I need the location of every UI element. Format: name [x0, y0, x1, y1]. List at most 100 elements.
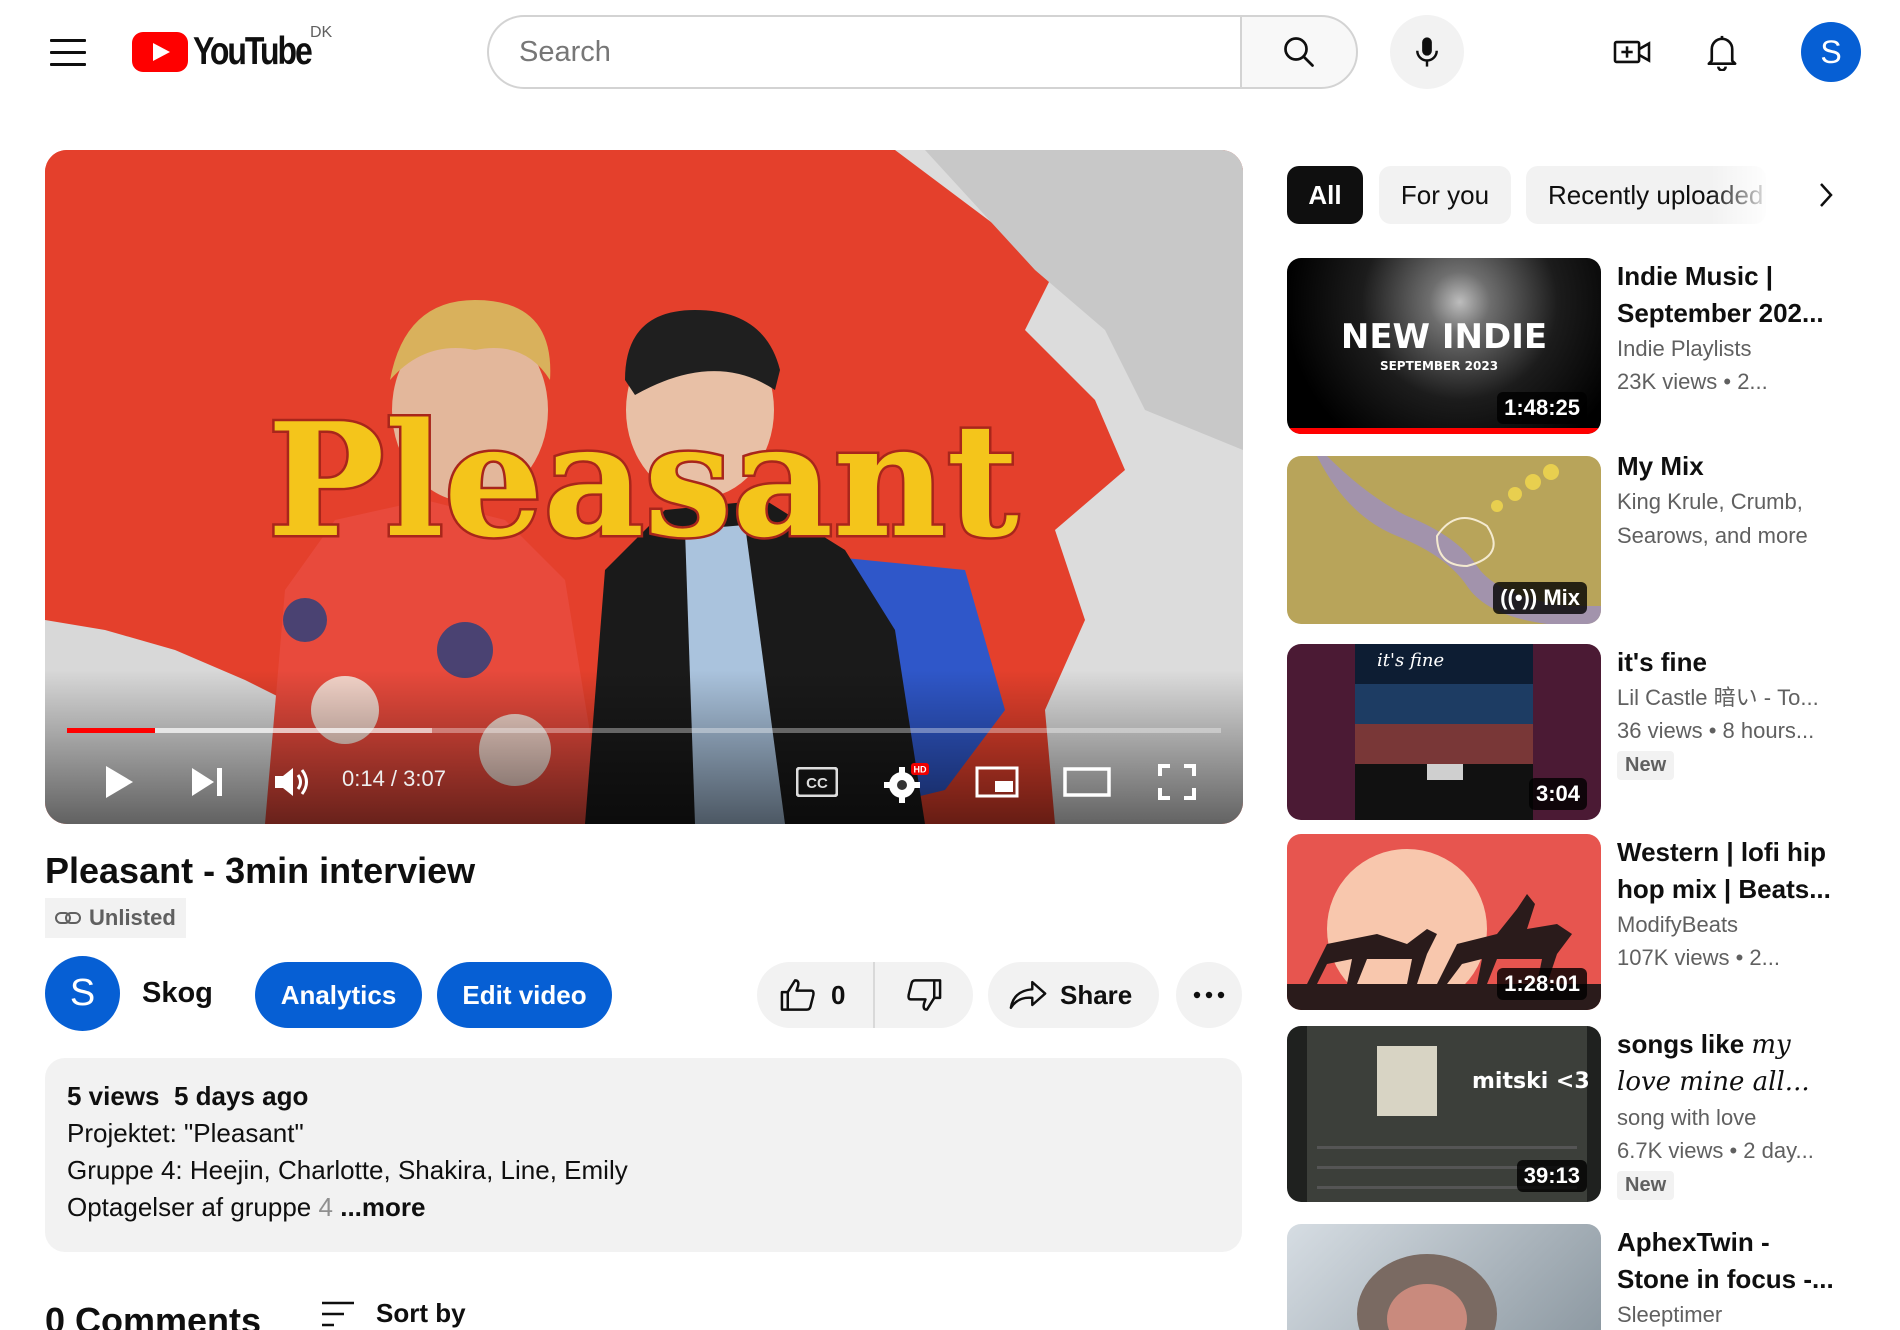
sort-label: Sort by	[376, 1298, 466, 1328]
video-duration: 39:13	[1516, 1160, 1587, 1192]
video-info: Indie Music | September 202... Indie Pla…	[1617, 258, 1867, 398]
video-thumbnail: it's fine 3:04	[1287, 644, 1601, 820]
next-button[interactable]	[175, 750, 239, 814]
recommended-video[interactable]: NEW INDIE SEPTEMBER 2023 1:48:25 Indie M…	[1287, 258, 1887, 436]
theater-mode-button[interactable]	[1055, 750, 1119, 814]
video-title-line: love mine all...	[1617, 1067, 1810, 1097]
progress-bar[interactable]	[67, 728, 1221, 733]
like-button[interactable]: 0	[757, 962, 875, 1028]
video-player[interactable]: Pleasant 0:14 / 3:07 CC HD	[45, 150, 1243, 824]
video-duration: 1:48:25	[1497, 392, 1587, 424]
video-thumbnail: mitski <3 39:13	[1287, 1026, 1601, 1202]
menu-button[interactable]	[36, 28, 100, 76]
svg-text:CC: CC	[806, 775, 828, 792]
description-text: Optagelser af gruppe	[67, 1192, 312, 1222]
fullscreen-button[interactable]	[1145, 750, 1209, 814]
country-code: DK	[310, 24, 333, 41]
notifications-button[interactable]	[1690, 20, 1754, 84]
recommended-video[interactable]: AphexTwin - Stone in focus -... Sleeptim…	[1287, 1224, 1887, 1330]
logo-text: YouTube	[193, 30, 313, 73]
hd-badge: HD	[914, 765, 927, 775]
description-meta: 5 views 5 days ago	[67, 1078, 1220, 1115]
search-button[interactable]	[1240, 15, 1358, 89]
unlisted-badge: Unlisted	[45, 898, 186, 938]
menu-icon-bar	[50, 38, 86, 42]
video-title: Pleasant - 3min interview	[45, 850, 476, 891]
video-title-line: AphexTwin -	[1617, 1227, 1770, 1257]
channel-name: Indie Playlists	[1617, 336, 1752, 361]
create-video-button[interactable]	[1600, 20, 1664, 84]
show-more-link[interactable]: ...more	[340, 1192, 425, 1222]
recommended-mix[interactable]: ((•)) Mix My Mix King Krule, Crumb, Sear…	[1287, 448, 1887, 626]
chips-next-button[interactable]	[1796, 166, 1856, 224]
video-thumbnail: NEW INDIE SEPTEMBER 2023 1:48:25	[1287, 258, 1601, 434]
video-title-line: September 202...	[1617, 298, 1824, 328]
channel-name: ModifyBeats	[1617, 912, 1739, 937]
share-icon	[1009, 980, 1047, 1010]
chip-recently-uploaded[interactable]: Recently uploaded	[1526, 166, 1766, 224]
dislike-button[interactable]	[875, 962, 973, 1028]
youtube-logo[interactable]: YouTube DK	[132, 24, 337, 80]
mix-badge: ((•)) Mix	[1493, 582, 1587, 614]
sort-comments-button[interactable]: Sort by	[320, 1298, 466, 1329]
recommended-video[interactable]: mitski <3 39:13 songs like my love mine …	[1287, 1026, 1887, 1204]
video-info: AphexTwin - Stone in focus -... Sleeptim…	[1617, 1224, 1867, 1330]
new-badge: New	[1617, 1171, 1675, 1200]
description-fade-text: 4	[318, 1192, 333, 1222]
chevron-right-icon	[1820, 183, 1833, 207]
settings-button[interactable]: HD	[875, 750, 939, 814]
search-placeholder: Search	[519, 35, 611, 68]
channel-name[interactable]: Skog	[142, 977, 213, 1010]
video-frame: Pleasant	[45, 150, 1243, 824]
analytics-button[interactable]: Analytics	[255, 962, 422, 1028]
like-count: 0	[831, 979, 846, 1010]
menu-icon-bar	[50, 62, 86, 66]
captions-button[interactable]: CC	[785, 750, 849, 814]
edit-video-button[interactable]: Edit video	[437, 962, 612, 1028]
fullscreen-icon	[1158, 764, 1196, 800]
more-actions-button[interactable]	[1176, 962, 1242, 1028]
chip-all[interactable]: All	[1287, 166, 1363, 224]
video-duration: 3:04	[1528, 778, 1587, 810]
video-duration: 1:28:01	[1497, 968, 1587, 1000]
description-line: Gruppe 4: Heejin, Charlotte, Shakira, Li…	[67, 1155, 628, 1185]
mix-artists-line2: Searows, and more	[1617, 523, 1808, 548]
miniplayer-icon	[975, 766, 1019, 798]
captions-icon: CC	[796, 767, 838, 797]
new-badge: New	[1617, 751, 1675, 780]
chip-for-you[interactable]: For you	[1379, 166, 1511, 224]
video-meta: 6.7K views • 2 day...	[1617, 1138, 1814, 1163]
miniplayer-button[interactable]	[965, 750, 1029, 814]
description-line: Optagelser af gruppe 4 ...more	[67, 1189, 1220, 1226]
radio-icon: ((•))	[1500, 585, 1538, 610]
sort-icon	[322, 1301, 354, 1326]
share-button[interactable]: Share	[988, 962, 1159, 1028]
video-thumbnail	[1287, 1224, 1601, 1330]
thumbnail-title: Pleasant	[267, 389, 1018, 572]
search-input[interactable]: Search	[487, 15, 1240, 89]
menu-icon-bar	[50, 50, 86, 54]
description-box[interactable]: 5 views 5 days ago Projektet: "Pleasant"…	[45, 1058, 1242, 1252]
recommended-video[interactable]: 1:28:01 Western | lofi hip hop mix | Bea…	[1287, 834, 1887, 1012]
volume-icon	[275, 768, 308, 796]
thumbs-up-icon	[780, 979, 815, 1011]
progress-played	[67, 728, 155, 733]
channel-name: Lil Castle 暗い - To...	[1617, 685, 1819, 710]
time-display: 0:14 / 3:07	[342, 766, 446, 791]
video-title-line: Indie Music |	[1617, 261, 1774, 291]
video-title-line: songs like my	[1617, 1029, 1791, 1060]
share-label: Share	[1060, 979, 1133, 1010]
video-info: My Mix King Krule, Crumb, Searows, and m…	[1617, 448, 1867, 553]
channel-avatar[interactable]: S	[45, 956, 120, 1031]
recommended-video[interactable]: it's fine 3:04 it's fine Lil Castle 暗い -…	[1287, 644, 1887, 822]
volume-button[interactable]	[260, 750, 324, 814]
video-title-line: My Mix	[1617, 451, 1704, 481]
thumbs-down-icon	[907, 979, 942, 1011]
account-avatar[interactable]: S	[1801, 22, 1861, 82]
play-button[interactable]	[87, 750, 151, 814]
play-icon	[106, 766, 133, 798]
more-horizontal-icon	[1193, 991, 1225, 999]
mix-thumbnail: ((•)) Mix	[1287, 456, 1601, 624]
voice-search-button[interactable]	[1390, 15, 1464, 89]
description-line: Projektet: "Pleasant"	[67, 1118, 304, 1148]
